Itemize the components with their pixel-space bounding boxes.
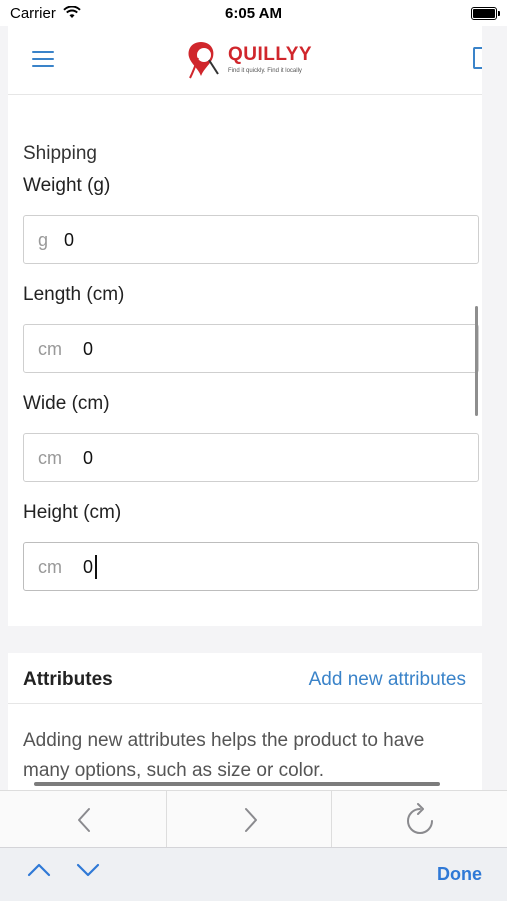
weight-value[interactable]: 0 <box>64 230 74 251</box>
quillyy-logo[interactable]: QUILLYY Find it quickly. Find it locally <box>184 38 324 84</box>
status-time: 6:05 AM <box>225 5 282 22</box>
height-value[interactable]: 0 <box>83 557 93 578</box>
weight-field[interactable]: g 0 <box>23 215 479 264</box>
previous-field-button[interactable] <box>27 862 51 883</box>
length-label: Length (cm) <box>23 284 125 305</box>
back-button[interactable] <box>0 791 168 848</box>
toolbar-divider <box>331 791 332 848</box>
done-button[interactable]: Done <box>437 864 482 885</box>
chevron-down-icon <box>76 863 100 877</box>
chevron-up-icon <box>27 863 51 877</box>
wide-value[interactable]: 0 <box>83 448 93 469</box>
keyboard-accessory-bar: Done <box>0 847 507 901</box>
logo-mark-icon <box>188 42 219 79</box>
reload-icon <box>407 802 433 834</box>
web-page: QUILLYY Find it quickly. Find it locally… <box>8 26 482 790</box>
battery-icon <box>471 7 500 20</box>
section-divider <box>8 626 482 653</box>
wide-field[interactable]: cm 0 <box>23 433 479 482</box>
text-cursor <box>95 555 97 579</box>
weight-unit: g <box>38 230 49 250</box>
logo-tagline: Find it quickly. Find it locally <box>228 68 302 74</box>
weight-label: Weight (g) <box>23 175 111 196</box>
reload-button[interactable] <box>333 791 507 848</box>
shipping-section-title: Shipping <box>23 143 97 164</box>
wide-unit: cm <box>38 448 62 468</box>
length-unit: cm <box>38 339 62 359</box>
height-label: Height (cm) <box>23 502 122 523</box>
height-field[interactable]: cm 0 <box>23 542 479 591</box>
menu-icon[interactable] <box>32 50 54 68</box>
attributes-header: Attributes Add new attributes <box>8 653 482 704</box>
length-field[interactable]: cm 0 <box>23 324 479 373</box>
attributes-description: Adding new attributes helps the product … <box>23 730 425 781</box>
add-attributes-link[interactable]: Add new attributes <box>309 669 466 691</box>
cart-icon[interactable] <box>473 47 482 69</box>
inner-scrollbar[interactable] <box>475 306 478 416</box>
attributes-title: Attributes <box>23 669 113 690</box>
next-field-button[interactable] <box>76 862 100 883</box>
logo-text: QUILLYY <box>228 44 313 65</box>
height-unit: cm <box>38 557 62 577</box>
page-scrollbar[interactable] <box>34 782 440 786</box>
forward-button[interactable] <box>167 791 335 848</box>
length-value[interactable]: 0 <box>83 339 93 360</box>
chevron-right-icon <box>245 807 257 832</box>
chevron-left-icon <box>78 807 90 832</box>
wide-label: Wide (cm) <box>23 393 110 414</box>
status-bar: Carrier 6:05 AM <box>0 0 507 26</box>
browser-toolbar <box>0 790 507 848</box>
site-header: QUILLYY Find it quickly. Find it locally <box>8 26 482 95</box>
